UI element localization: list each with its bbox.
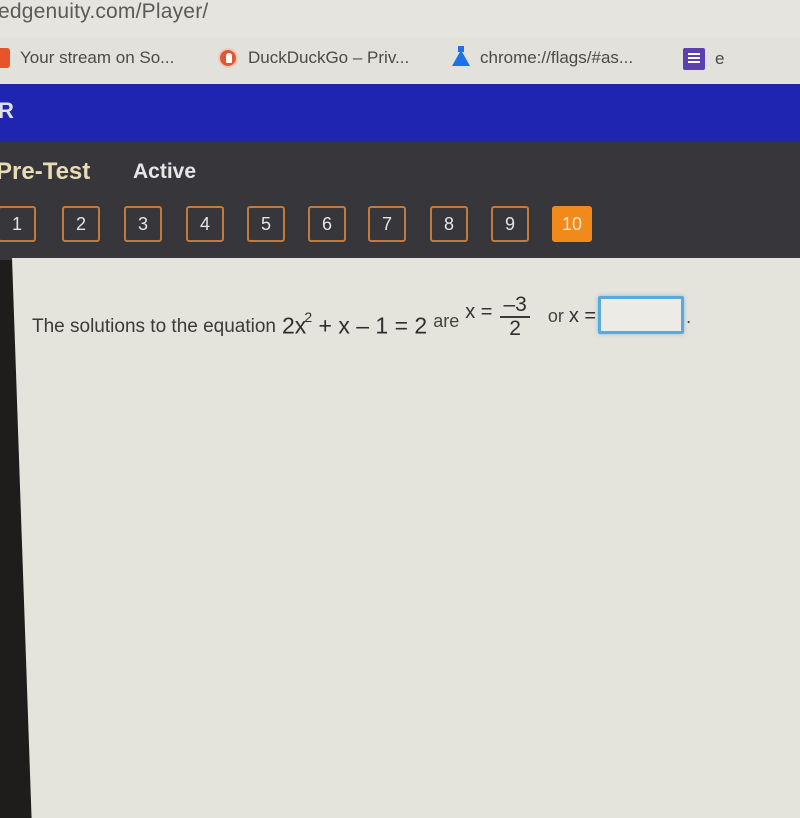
duckduckgo-icon bbox=[218, 48, 238, 68]
period: . bbox=[686, 307, 692, 327]
question-button-10[interactable]: 10 bbox=[552, 206, 592, 242]
bookmark-duckduckgo[interactable]: DuckDuckGo – Priv... bbox=[218, 48, 409, 68]
test-toolbar: Pre-Test Active 1 2 3 4 5 6 7 8 9 10 bbox=[0, 142, 800, 260]
bookmark-e[interactable]: e bbox=[683, 48, 724, 70]
url-text[interactable]: edgenuity.com/Player/ bbox=[0, 0, 208, 24]
test-status: Active bbox=[133, 160, 197, 183]
address-bar[interactable]: edgenuity.com/Player/ bbox=[0, 0, 800, 38]
app-header-title: R bbox=[0, 98, 14, 123]
are-text: are bbox=[433, 311, 460, 331]
fraction-numerator: –3 bbox=[500, 293, 530, 318]
question-button-9[interactable]: 9 bbox=[491, 206, 529, 242]
question-navigation: 1 2 3 4 5 6 7 8 9 10 bbox=[0, 198, 800, 244]
question-button-7[interactable]: 7 bbox=[368, 206, 406, 242]
or-text: or x = bbox=[548, 305, 596, 328]
question-panel: The solutions to the equation 2x2 + x – … bbox=[12, 258, 800, 818]
question-text: The solutions to the equation 2x2 + x – … bbox=[32, 292, 692, 340]
equation-term: 2x bbox=[282, 313, 307, 339]
bookmark-label: chrome://flags/#as... bbox=[480, 48, 634, 67]
bookmark-label: DuckDuckGo – Priv... bbox=[248, 48, 410, 67]
equation-exponent: 2 bbox=[304, 309, 313, 326]
question-button-2[interactable]: 2 bbox=[62, 206, 100, 242]
bookmarks-bar: Your stream on So... DuckDuckGo – Priv..… bbox=[0, 38, 800, 85]
answer-input[interactable] bbox=[598, 296, 685, 334]
or-label: or bbox=[547, 306, 564, 326]
flask-icon bbox=[452, 46, 470, 66]
app-header: R bbox=[0, 84, 800, 142]
question-button-4[interactable]: 4 bbox=[186, 206, 224, 242]
x-var-label: x = bbox=[568, 305, 597, 327]
question-button-5[interactable]: 5 bbox=[247, 206, 285, 242]
question-button-1[interactable]: 1 bbox=[0, 206, 36, 242]
test-title: Pre-Test bbox=[0, 158, 91, 185]
x-equals-label: x = bbox=[465, 301, 493, 323]
equation: 2x2 + x – 1 = 2 bbox=[282, 309, 428, 340]
bookmark-label: Your stream on So... bbox=[20, 48, 175, 67]
question-button-3[interactable]: 3 bbox=[124, 206, 162, 242]
bookmark-soundcloud[interactable]: Your stream on So... bbox=[0, 48, 174, 68]
list-icon bbox=[683, 48, 705, 70]
bookmark-label: e bbox=[715, 49, 725, 68]
question-intro: The solutions to the equation bbox=[32, 316, 277, 337]
soundcloud-icon bbox=[0, 48, 10, 68]
equation-rest: + x – 1 = 2 bbox=[312, 313, 428, 339]
question-button-6[interactable]: 6 bbox=[308, 206, 346, 242]
fraction-denominator: 2 bbox=[509, 317, 521, 340]
question-button-8[interactable]: 8 bbox=[430, 206, 468, 242]
bookmark-chrome-flags[interactable]: chrome://flags/#as... bbox=[452, 46, 634, 68]
fraction: –3 2 bbox=[500, 293, 530, 340]
